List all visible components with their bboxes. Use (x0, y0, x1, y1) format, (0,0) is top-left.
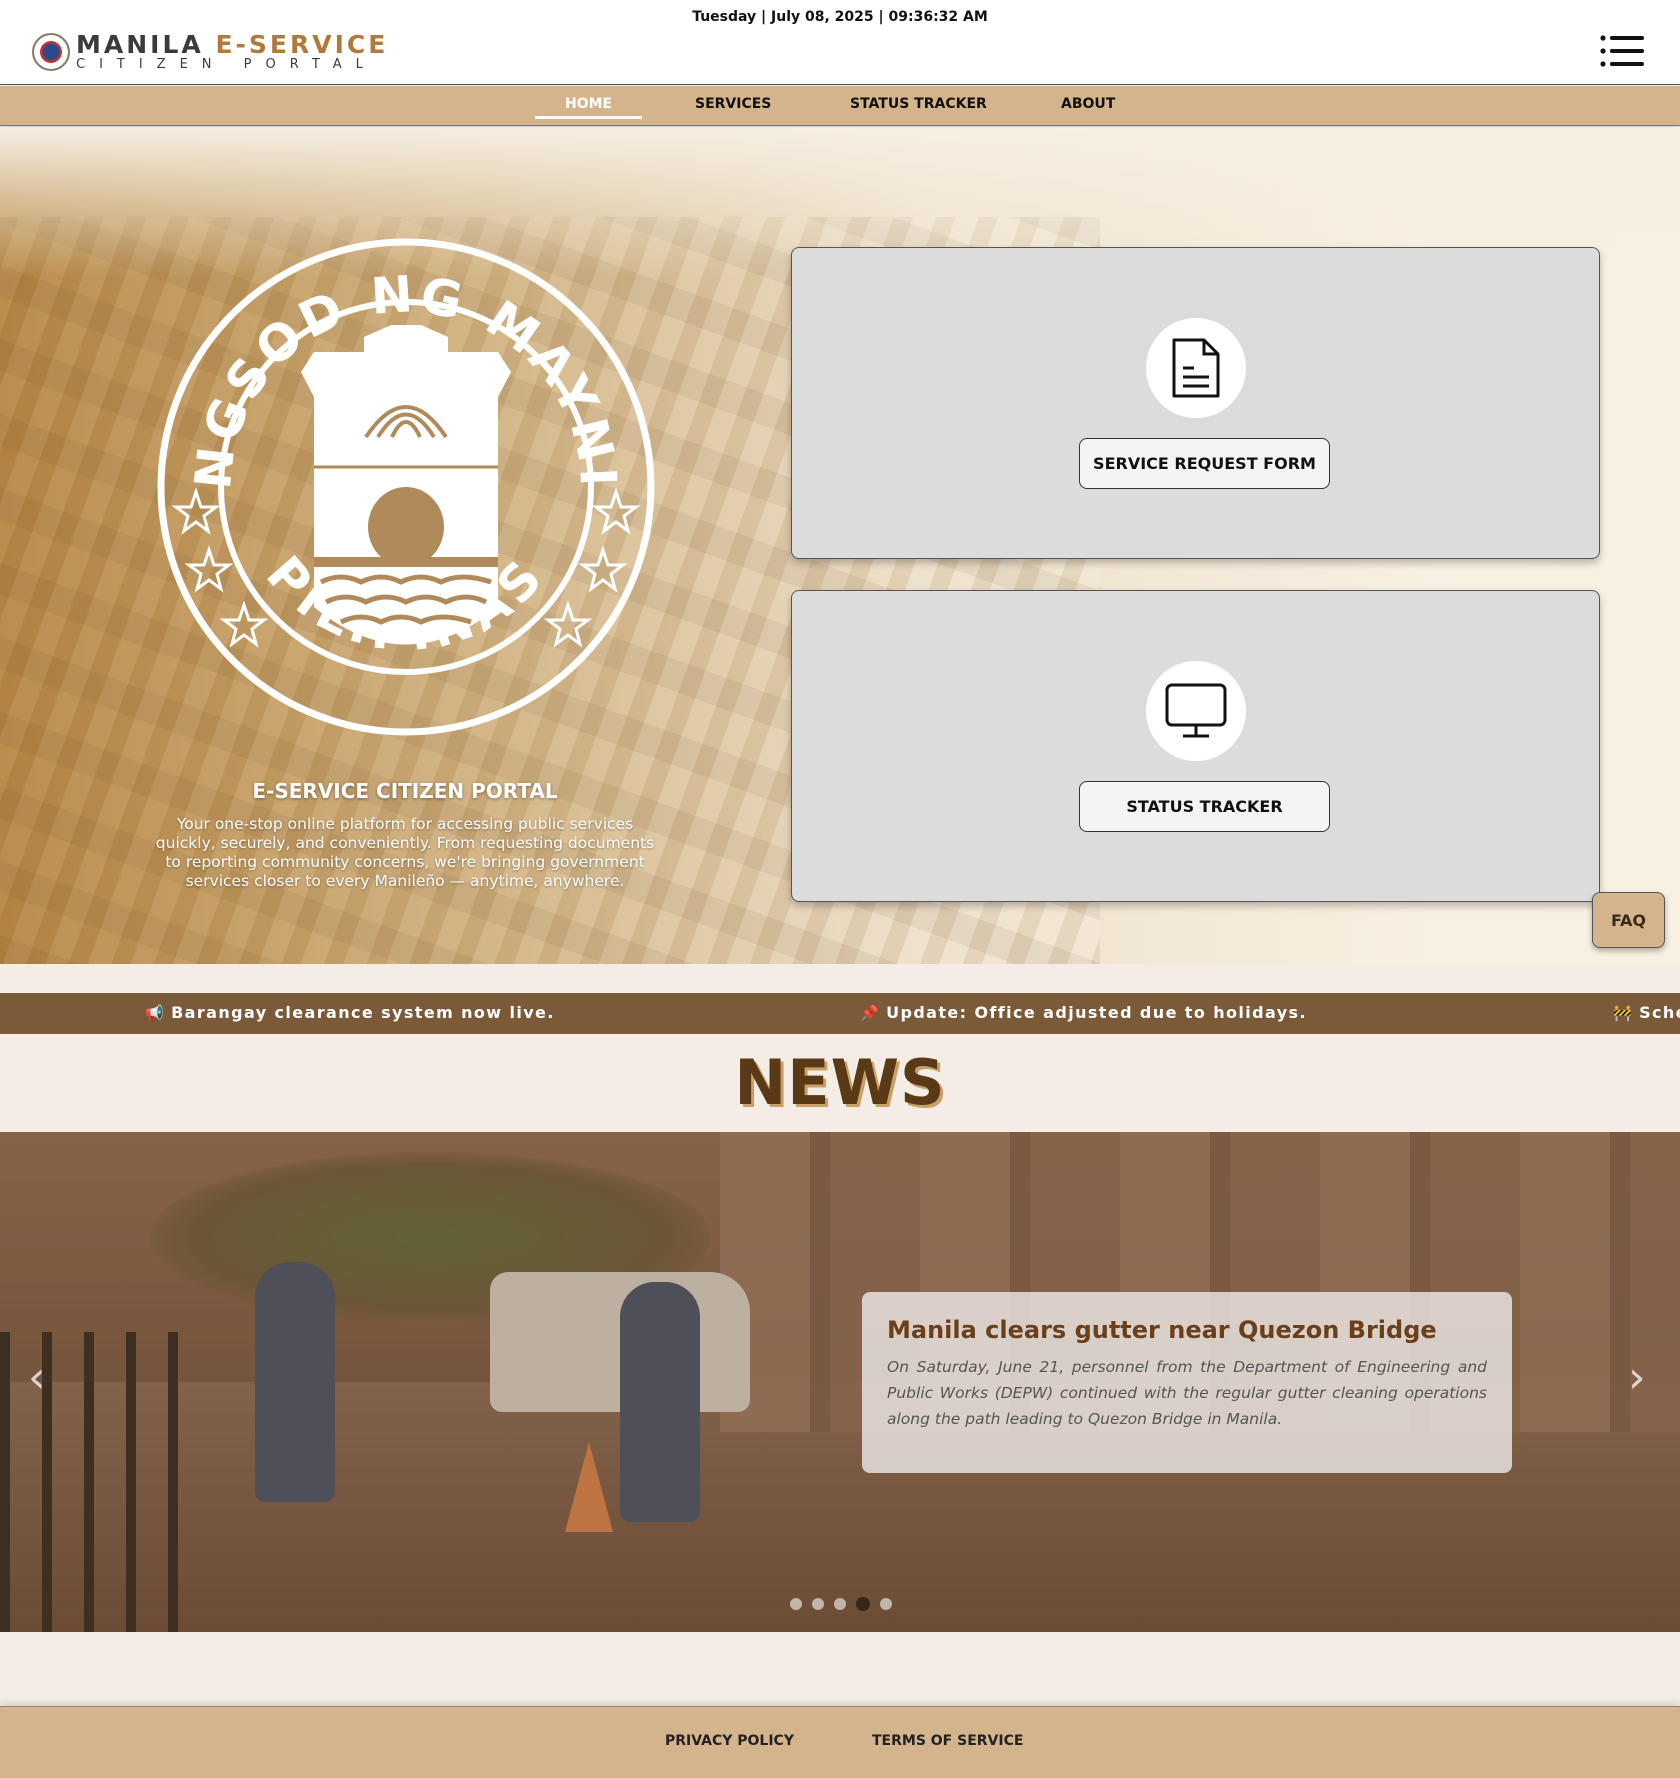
nav-home[interactable]: HOME (534, 96, 643, 119)
status-tracker-card: STATUS TRACKER (791, 590, 1600, 902)
carousel-dot[interactable] (812, 1598, 824, 1610)
faq-button[interactable]: FAQ (1592, 892, 1665, 948)
service-request-card: SERVICE REQUEST FORM (791, 247, 1600, 559)
current-datetime: Tuesday | July 08, 2025 | 09:36:32 AM (692, 9, 988, 25)
site-header: Tuesday | July 08, 2025 | 09:36:32 AM MA… (0, 0, 1680, 85)
carousel-dot[interactable] (880, 1598, 892, 1610)
hero-title: E-SERVICE CITIZEN PORTAL (252, 779, 558, 803)
main-nav: HOME SERVICES STATUS TRACKER ABOUT (0, 86, 1680, 126)
nav-status-tracker[interactable]: STATUS TRACKER (850, 96, 987, 112)
news-summary: On Saturday, June 21, personnel from the… (887, 1358, 1487, 1428)
privacy-policy-link[interactable]: PRIVACY POLICY (665, 1733, 794, 1749)
manila-city-seal: LUNGSOD NG MAYNILA PILIPINAS (156, 237, 655, 736)
hero-description: Your one-stop online platform for access… (155, 815, 655, 890)
news-carousel: Manila clears gutter near Quezon Bridge … (0, 1132, 1680, 1632)
megaphone-icon: 📢 (145, 1004, 166, 1022)
news-heading: NEWS (734, 1046, 946, 1119)
pin-icon: 📌 (860, 1004, 881, 1022)
nav-about[interactable]: ABOUT (1061, 96, 1115, 112)
site-footer: PRIVACY POLICY TERMS OF SERVICE (0, 1706, 1680, 1778)
carousel-next-button[interactable]: › (1628, 1352, 1646, 1403)
ticker-item: 📢 Barangay clearance system now live. (145, 1003, 555, 1022)
logo-subtitle: CITIZEN PORTAL (76, 57, 377, 72)
logo-title: MANILA E-SERVICE (76, 30, 389, 59)
carousel-dot[interactable] (834, 1598, 846, 1610)
status-tracker-button[interactable]: STATUS TRACKER (1079, 781, 1330, 832)
hero-section: LUNGSOD NG MAYNILA PILIPINAS (0, 127, 1680, 964)
carousel-dot-active[interactable] (856, 1597, 870, 1611)
carousel-prev-button[interactable]: ‹ (28, 1352, 46, 1403)
carousel-indicators (790, 1597, 892, 1611)
nav-services[interactable]: SERVICES (695, 96, 771, 112)
manila-seal-icon (32, 32, 70, 71)
service-request-form-button[interactable]: SERVICE REQUEST FORM (1079, 438, 1330, 489)
construction-icon: 🚧 (1613, 1004, 1634, 1022)
ticker-item: 🚧Sche (1613, 1003, 1680, 1022)
news-title: Manila clears gutter near Quezon Bridge (887, 1316, 1437, 1344)
ticker-item: 📌 Update: Office adjusted due to holidays… (860, 1003, 1307, 1022)
document-icon (1146, 318, 1246, 418)
list-menu-icon[interactable] (1600, 34, 1644, 68)
announcement-ticker: 📢 Barangay clearance system now live. 📌 Up… (0, 993, 1680, 1034)
carousel-dot[interactable] (790, 1598, 802, 1610)
site-logo[interactable]: MANILA E-SERVICE CITIZEN PORTAL (32, 32, 388, 71)
news-caption: Manila clears gutter near Quezon Bridge … (862, 1292, 1512, 1473)
terms-of-service-link[interactable]: TERMS OF SERVICE (872, 1733, 1023, 1749)
monitor-icon (1146, 661, 1246, 761)
